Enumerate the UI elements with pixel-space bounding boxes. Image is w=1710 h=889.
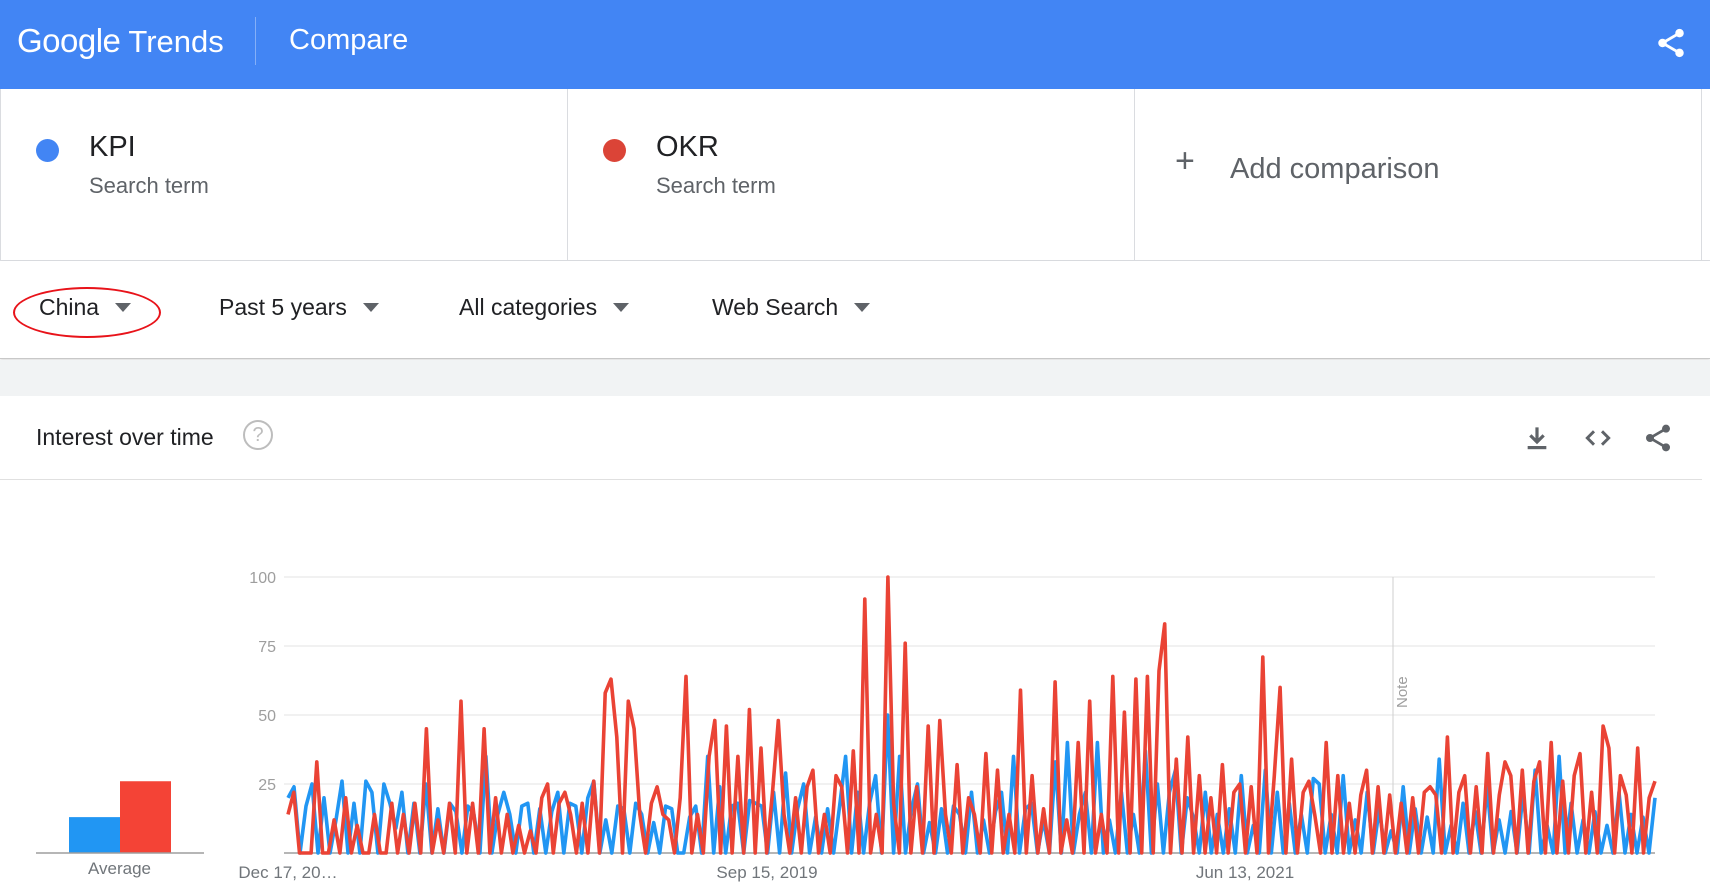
x-tick-label: Jun 13, 2021	[1196, 863, 1294, 882]
y-tick-label: 100	[249, 570, 276, 587]
share-icon[interactable]	[1654, 26, 1688, 60]
term-card-okr[interactable]: OKR Search term	[568, 89, 1135, 261]
term-label: OKR	[656, 131, 719, 163]
logo-trends-text: Trends	[128, 24, 224, 59]
caret-down-icon	[854, 303, 871, 312]
compare-terms-bar: KPI Search term OKR Search term + Add co…	[0, 89, 1710, 261]
plus-icon: +	[1175, 142, 1195, 180]
y-tick-label: 75	[258, 639, 276, 656]
app-header: Google Trends Compare	[0, 0, 1710, 89]
y-tick-label: 25	[258, 777, 276, 794]
series-color-dot	[603, 139, 626, 162]
search-type-value: Web Search	[712, 294, 839, 320]
caret-down-icon	[362, 303, 379, 312]
logo-google-text: Google	[17, 22, 121, 59]
red-highlight-circle	[13, 287, 161, 338]
category-dropdown[interactable]: All categories	[459, 294, 630, 321]
time-range-value: Past 5 years	[219, 294, 347, 320]
header-divider	[255, 17, 256, 65]
time-range-dropdown[interactable]: Past 5 years	[219, 294, 379, 321]
x-tick-label: Dec 17, 20…	[238, 863, 337, 882]
interest-over-time-widget: Interest over time ? Average 25 50 75 100 De…	[0, 396, 1702, 889]
term-type-label: Search term	[656, 173, 776, 198]
series-color-dot	[36, 139, 59, 162]
y-tick-label: 50	[258, 708, 276, 725]
interest-line-chart[interactable]: 25 50 75 100 Dec 17, 20… Sep 15, 2019 Jun 13, …	[0, 396, 1702, 889]
x-tick-label: Sep 15, 2019	[716, 863, 817, 882]
term-label: KPI	[89, 131, 136, 163]
search-type-dropdown[interactable]: Web Search	[712, 294, 871, 321]
filter-bar: China Past 5 years All categories Web Se…	[0, 261, 1710, 359]
add-comparison-label: Add comparison	[1230, 153, 1440, 185]
add-comparison-button[interactable]: + Add comparison	[1135, 89, 1702, 261]
google-trends-logo[interactable]: Google Trends	[17, 22, 224, 68]
term-type-label: Search term	[89, 173, 209, 198]
category-value: All categories	[459, 294, 598, 320]
page-title: Compare	[289, 24, 409, 56]
chart-note-label[interactable]: Note	[1394, 676, 1411, 708]
term-card-kpi[interactable]: KPI Search term	[0, 89, 568, 261]
caret-down-icon	[613, 303, 630, 312]
section-gap	[0, 360, 1710, 396]
